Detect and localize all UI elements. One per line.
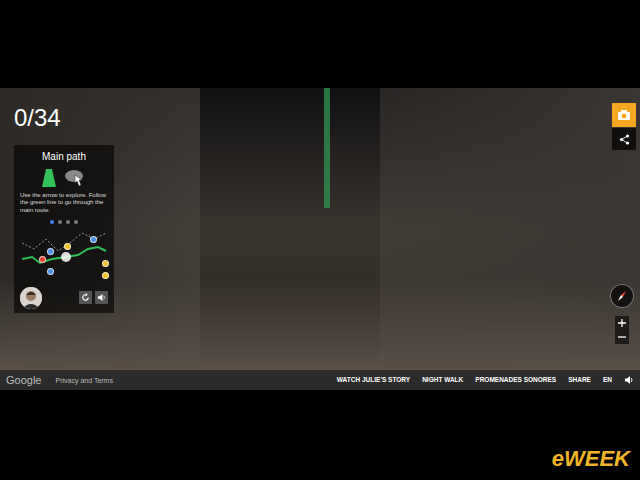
zoom-out-icon[interactable] <box>615 330 629 344</box>
map-pin[interactable] <box>47 268 54 275</box>
footer-link[interactable]: NIGHT WALK <box>422 377 463 384</box>
street-view[interactable]: 0/34 Main path Use the arrow to explore. F… <box>0 88 640 370</box>
footer-bar: Google Privacy and Terms WATCH JULIE'S STO… <box>0 370 640 390</box>
sound-icon[interactable] <box>95 291 108 304</box>
footer-link[interactable]: WATCH JULIE'S STORY <box>337 377 410 384</box>
page-dot[interactable] <box>50 220 54 224</box>
panel-title: Main path <box>42 151 86 164</box>
page-dot[interactable] <box>74 220 78 224</box>
eweek-watermark: eWEEK <box>552 448 630 470</box>
panel-controls <box>20 287 108 309</box>
compass-icon[interactable] <box>610 284 634 308</box>
map-pin[interactable] <box>90 236 97 243</box>
zoom-controls <box>615 316 629 344</box>
zoom-in-icon[interactable] <box>615 316 629 330</box>
top-band <box>0 0 640 88</box>
map-pin[interactable] <box>47 248 54 255</box>
bottom-band: eWEEK <box>0 390 640 480</box>
panel-icons <box>42 168 86 188</box>
page-dot[interactable] <box>66 220 70 224</box>
camera-icon[interactable] <box>612 103 636 127</box>
map-pin[interactable] <box>102 272 109 279</box>
path-arrow-icon <box>42 169 56 187</box>
footer-link[interactable]: PROMENADES SONORES <box>475 377 556 384</box>
privacy-link[interactable]: Privacy and Terms <box>55 377 112 384</box>
map-pin[interactable] <box>39 256 46 263</box>
hand-pointer-icon <box>64 169 86 187</box>
google-logo[interactable]: Google <box>6 375 41 386</box>
route-line <box>324 88 330 208</box>
mini-map[interactable] <box>20 229 108 281</box>
map-pin[interactable] <box>64 243 71 250</box>
panel-instructions: Use the arrow to explore. Follow the gre… <box>20 192 108 215</box>
language-button[interactable]: EN <box>603 377 612 384</box>
share-icon[interactable] <box>612 128 636 150</box>
map-pin[interactable] <box>102 260 109 267</box>
main-path-panel: Main path Use the arrow to explore. Follo… <box>14 145 114 313</box>
progress-counter: 0/34 <box>14 106 61 130</box>
footer-link[interactable]: SHARE <box>568 377 591 384</box>
replay-icon[interactable] <box>79 291 92 304</box>
page-dot[interactable] <box>58 220 62 224</box>
footer-links: WATCH JULIE'S STORY NIGHT WALK PROMENADES … <box>337 375 634 385</box>
speaker-icon[interactable] <box>624 375 634 385</box>
control-buttons <box>79 291 108 304</box>
guide-avatar-icon[interactable] <box>20 287 42 309</box>
page-dots <box>50 219 78 225</box>
